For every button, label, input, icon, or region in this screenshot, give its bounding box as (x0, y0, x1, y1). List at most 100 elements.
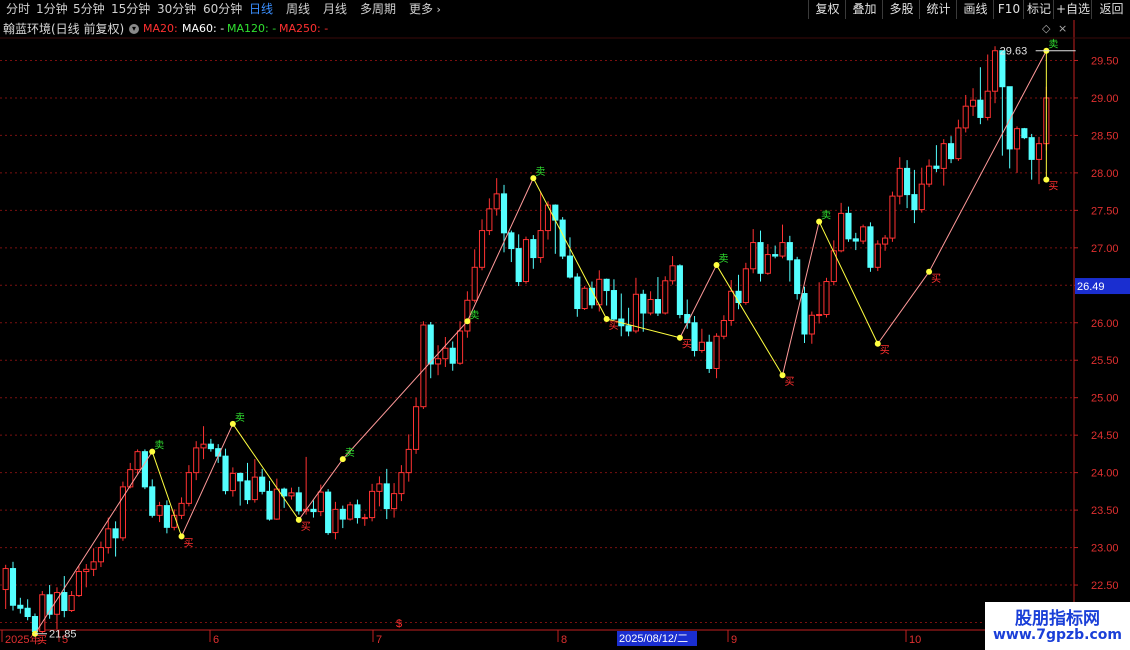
candle-body[interactable] (1035, 143, 1043, 160)
candle-body[interactable] (728, 290, 735, 322)
candle-body[interactable] (1006, 86, 1013, 150)
candle-body[interactable] (500, 193, 508, 234)
candle-body[interactable] (369, 490, 376, 519)
candle-body[interactable] (984, 90, 991, 118)
candle-body[interactable] (955, 127, 962, 160)
candle-body[interactable] (163, 505, 170, 528)
tab-60min[interactable]: 60分钟 (203, 0, 242, 20)
candle-body[interactable] (127, 469, 134, 488)
candle-body[interactable] (647, 299, 654, 314)
candle-body[interactable] (698, 341, 705, 351)
candle-body[interactable] (632, 293, 639, 332)
candle-body[interactable] (860, 226, 867, 242)
tab-daily[interactable]: 日线 (249, 0, 273, 20)
candle-body[interactable] (134, 451, 141, 471)
candle-body[interactable] (508, 232, 515, 250)
tab-1min[interactable]: 1分钟 (36, 0, 68, 20)
candle-body[interactable] (288, 492, 295, 497)
candle-body[interactable] (68, 595, 75, 612)
candle-body[interactable] (896, 167, 903, 197)
candle-body[interactable] (31, 616, 39, 632)
candle-body[interactable] (669, 265, 676, 282)
candle-body[interactable] (933, 165, 940, 169)
candle-body[interactable] (325, 491, 332, 534)
candle-body[interactable] (794, 259, 801, 295)
candle-body[interactable] (17, 604, 24, 609)
candle-body[interactable] (413, 406, 420, 450)
button-mark[interactable]: 标记 (1023, 0, 1054, 19)
candle-body[interactable] (904, 167, 911, 196)
candle-body[interactable] (83, 568, 90, 573)
candle-body[interactable] (574, 276, 581, 310)
candle-body[interactable] (889, 195, 896, 239)
candle-body[interactable] (918, 183, 925, 211)
candle-body[interactable] (178, 502, 185, 516)
candle-body[interactable] (823, 281, 830, 316)
candle-body[interactable] (405, 448, 412, 474)
candle-body[interactable] (940, 143, 947, 169)
candle-body[interactable] (625, 325, 632, 332)
candle-body[interactable] (193, 447, 200, 474)
candle-body[interactable] (801, 293, 808, 335)
candle-body[interactable] (838, 212, 845, 252)
candle-body[interactable] (149, 486, 156, 516)
candlestick-chart[interactable]: 22.0022.5023.0023.5024.0024.5025.0025.50… (0, 0, 1130, 650)
candle-body[interactable] (9, 568, 17, 606)
button-multi-stock[interactable]: 多股 (882, 0, 920, 19)
candle-body[interactable] (478, 230, 486, 268)
tab-15min[interactable]: 15分钟 (111, 0, 150, 20)
tab-fenshi[interactable]: 分时 (6, 0, 30, 20)
candle-body[interactable] (640, 293, 647, 314)
candle-body[interactable] (874, 243, 881, 268)
candle-body[interactable] (962, 105, 969, 129)
tab-monthly[interactable]: 月线 (323, 0, 347, 20)
candle-body[interactable] (391, 493, 398, 510)
candle-body[interactable] (53, 592, 61, 615)
candle-body[interactable] (977, 99, 984, 118)
candle-body[interactable] (332, 508, 339, 534)
candle-body[interactable] (229, 472, 236, 492)
candle-body[interactable] (222, 455, 229, 492)
candle-body[interactable] (691, 322, 698, 351)
candle-body[interactable] (750, 242, 757, 270)
candle-body[interactable] (105, 528, 112, 549)
candle-body[interactable] (882, 237, 889, 245)
candle-body[interactable] (75, 571, 83, 597)
candle-body[interactable] (530, 239, 537, 259)
candle-body[interactable] (610, 290, 618, 320)
candle-body[interactable] (361, 517, 368, 520)
candle-body[interactable] (991, 50, 999, 92)
button-statistics[interactable]: 统计 (919, 0, 957, 19)
button-fuquan[interactable]: 复权 (808, 0, 846, 19)
candle-body[interactable] (493, 193, 500, 210)
close-icon[interactable]: × (1058, 20, 1067, 38)
candle-body[interactable] (398, 472, 405, 495)
candle-body[interactable] (156, 505, 163, 516)
candle-body[interactable] (141, 451, 148, 488)
candle-body[interactable] (786, 242, 793, 261)
candle-body[interactable] (434, 358, 442, 365)
candle-body[interactable] (911, 194, 918, 211)
candle-body[interactable] (720, 320, 727, 337)
button-draw-line[interactable]: 画线 (956, 0, 994, 19)
candle-body[interactable] (713, 335, 720, 369)
candle-body[interactable] (757, 242, 764, 274)
candle-body[interactable] (317, 491, 324, 513)
button-f10[interactable]: F10 (993, 0, 1024, 19)
candle-body[interactable] (442, 347, 449, 360)
candle-body[interactable] (207, 443, 214, 450)
button-overlay[interactable]: 叠加 (845, 0, 883, 19)
candle-body[interactable] (61, 592, 68, 612)
tab-more[interactable]: 更多 › (409, 0, 441, 20)
candle-body[interactable] (427, 324, 434, 365)
tab-weekly[interactable]: 周线 (286, 0, 310, 20)
candle-body[interactable] (273, 488, 280, 520)
candle-body[interactable] (420, 324, 427, 408)
candle-body[interactable] (354, 504, 361, 519)
candle-body[interactable] (603, 278, 610, 292)
candle-body[interactable] (2, 568, 9, 591)
candle-body[interactable] (845, 212, 852, 240)
candle-body[interactable] (90, 561, 97, 570)
chevron-down-icon[interactable]: ▾ (129, 24, 139, 34)
tab-5min[interactable]: 5分钟 (73, 0, 105, 20)
